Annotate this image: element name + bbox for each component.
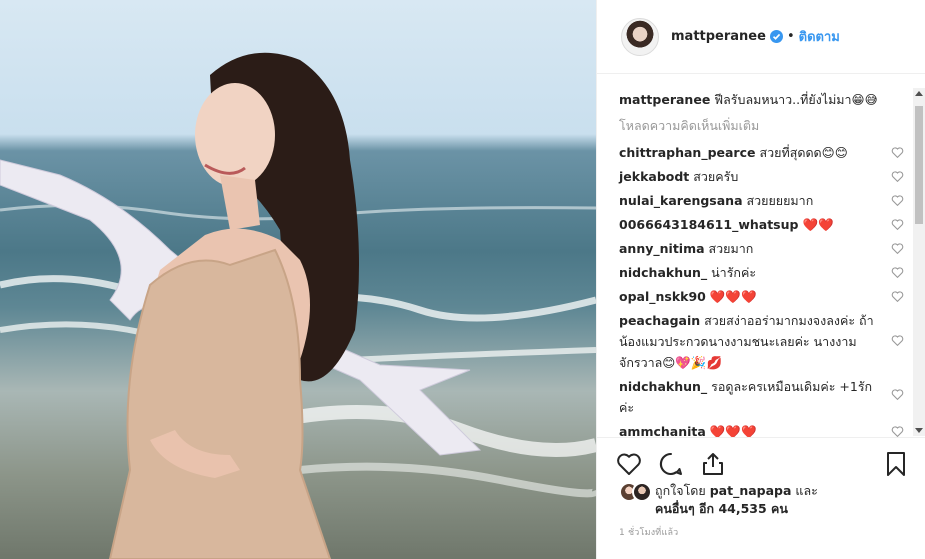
comment-row: anny_nitima สวยมาก [619, 238, 910, 259]
comment-row: chittraphan_pearce สวยที่สุดดด😊😊 [619, 142, 910, 163]
avatar[interactable] [621, 17, 659, 56]
heart-outline-icon[interactable] [891, 170, 904, 183]
comment-row: opal_nskk90 ❤️❤️❤️ [619, 286, 910, 307]
heart-outline-icon[interactable] [891, 290, 904, 303]
heart-outline-icon[interactable] [891, 194, 904, 207]
comment-text: สวยครับ [693, 169, 739, 184]
comments-list[interactable]: mattperanee ฟีลรับลมหนาว..ที่ยังไม่มา😁😅 … [597, 75, 925, 437]
likes-text: ถูกใจโดย pat_napapa และ คนอื่นๆ อีก 44,5… [655, 482, 818, 518]
post-side-panel: mattperanee • ติดตาม mattperanee ฟีลรับล… [596, 0, 925, 559]
action-bar [597, 437, 925, 481]
likes-summary: ถูกใจโดย pat_napapa และ คนอื่นๆ อีก 44,5… [619, 482, 919, 518]
comment-text: ❤️❤️ [802, 217, 834, 232]
bookmark-icon[interactable] [882, 450, 910, 478]
comment-row: nidchakhun_ รอดูละครเหมือนเดิมค่ะ +1รักค… [619, 376, 910, 418]
comment-username[interactable]: peachagain [619, 313, 700, 328]
comment-username[interactable]: ammchanita [619, 424, 706, 437]
heart-outline-icon[interactable] [891, 425, 904, 437]
comment-text: สวยยยยมาก [746, 193, 814, 208]
comment-row: ammchanita ❤️❤️❤️ [619, 421, 910, 437]
comment-username[interactable]: 0066643184611_whatsup [619, 217, 798, 232]
comment-icon[interactable] [657, 450, 685, 478]
comment-username[interactable]: nidchakhun_ [619, 265, 707, 280]
comment-text: สวยมาก [708, 241, 754, 256]
likes-and: และ [795, 483, 818, 498]
comment-username[interactable]: chittraphan_pearce [619, 145, 756, 160]
caption-text: ฟีลรับลมหนาว..ที่ยังไม่มา😁😅 [714, 92, 878, 107]
likes-count-link[interactable]: คนอื่นๆ อีก 44,535 คน [655, 501, 788, 516]
comment-row: jekkabodt สวยครับ [619, 166, 910, 187]
heart-outline-icon[interactable] [891, 242, 904, 255]
post-photo[interactable] [0, 0, 596, 559]
comment-username[interactable]: opal_nskk90 [619, 289, 706, 304]
post-timestamp[interactable]: 1 ชั่วโมงที่แล้ว [619, 525, 678, 539]
heart-outline-icon[interactable] [891, 388, 904, 401]
comment-row: nulai_karengsana สวยยยยมาก [619, 190, 910, 211]
post-caption: mattperanee ฟีลรับลมหนาว..ที่ยังไม่มา😁😅 [619, 89, 910, 110]
comment-text: ❤️❤️❤️ [709, 289, 757, 304]
comment-row: peachagain สวยสง่าออร่ามากมงจงลงค่ะ ถ้าน… [619, 310, 910, 373]
caption-username[interactable]: mattperanee [619, 92, 710, 107]
scrollbar-thumb[interactable] [915, 106, 923, 224]
liker-avatars [619, 482, 655, 502]
comment-username[interactable]: anny_nitima [619, 241, 705, 256]
like-heart-icon[interactable] [615, 450, 643, 478]
heart-outline-icon[interactable] [891, 334, 904, 347]
verified-badge-icon [769, 30, 783, 43]
beach-photo-illustration [0, 52, 596, 559]
post-header: mattperanee • ติดตาม [597, 0, 925, 74]
author-username[interactable]: mattperanee [671, 29, 766, 44]
instagram-post: mattperanee • ติดตาม mattperanee ฟีลรับล… [0, 0, 925, 559]
comment-username[interactable]: nulai_karengsana [619, 193, 743, 208]
heart-outline-icon[interactable] [891, 146, 904, 159]
comments-scrollbar[interactable] [913, 88, 925, 436]
separator-dot: • [786, 29, 795, 44]
heart-outline-icon[interactable] [891, 218, 904, 231]
load-more-comments-button[interactable]: โหลดความคิดเห็นเพิ่มเติม [619, 116, 910, 136]
avatar[interactable] [632, 482, 652, 502]
scroll-up-arrow-icon[interactable] [915, 91, 923, 96]
likes-prefix: ถูกใจโดย [655, 483, 706, 498]
comment-row: nidchakhun_ น่ารักค่ะ [619, 262, 910, 283]
scroll-down-arrow-icon[interactable] [915, 428, 923, 433]
comment-username[interactable]: nidchakhun_ [619, 379, 707, 394]
comment-text: ❤️❤️❤️ [709, 424, 757, 437]
follow-button[interactable]: ติดตาม [799, 26, 840, 47]
comment-row: 0066643184611_whatsup ❤️❤️ [619, 214, 910, 235]
share-icon[interactable] [699, 450, 727, 478]
comment-text: น่ารักค่ะ [711, 265, 757, 280]
heart-outline-icon[interactable] [891, 266, 904, 279]
comment-username[interactable]: jekkabodt [619, 169, 689, 184]
liker-username[interactable]: pat_napapa [710, 483, 792, 498]
comment-text: สวยที่สุดดด😊😊 [759, 145, 848, 160]
